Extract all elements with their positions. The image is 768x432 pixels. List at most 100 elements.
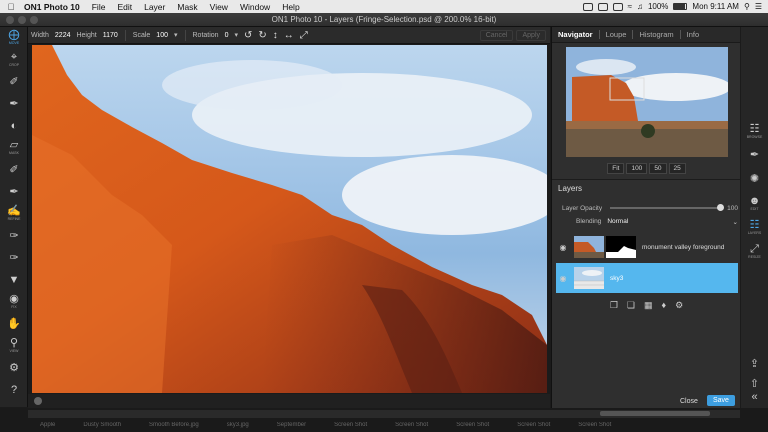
flip-vertical-icon[interactable]: ↕ (270, 30, 281, 41)
dock-item[interactable]: Screen Shot (395, 422, 428, 428)
layer-row-selected[interactable]: ◉ sky3 (556, 263, 738, 293)
dock-item[interactable]: September (277, 422, 306, 428)
collapse-icon[interactable]: « (741, 391, 768, 403)
save-button[interactable]: Save (707, 395, 735, 406)
zoom-100-button[interactable]: 100 (626, 163, 648, 174)
apple-icon[interactable]:  (0, 2, 22, 12)
duplicate-layer-icon[interactable]: ❐ (610, 300, 618, 311)
flip-horizontal-icon[interactable]: ↔ (281, 30, 297, 41)
layer-row[interactable]: ◉ monument valley foreground (556, 232, 738, 262)
tool-move[interactable]: ⨁ MOVE (0, 27, 28, 49)
tool-brush-3[interactable]: ✐ (0, 159, 28, 181)
cancel-button[interactable]: Cancel (479, 29, 514, 41)
layers-icon: ☷ (749, 219, 760, 231)
dock-item[interactable]: sky3.jpg (227, 422, 249, 428)
scrollbar[interactable] (600, 411, 710, 416)
tool-zoom[interactable]: ⚲ VIEW (0, 335, 28, 357)
dock-item[interactable]: Smooth Before.jpg (149, 422, 199, 428)
menu-mask[interactable]: Mask (171, 2, 203, 12)
module-layers[interactable]: ☷ LAYERS (741, 215, 768, 239)
image-canvas[interactable] (32, 45, 547, 393)
eye-icon[interactable]: ◉ (556, 243, 570, 252)
gear-icon[interactable]: ⚙ (675, 300, 683, 311)
tab-navigator[interactable]: Navigator (552, 30, 599, 39)
tool-fix[interactable]: ◉ FIX (0, 291, 28, 313)
clock[interactable]: Mon 9:11 AM (692, 2, 739, 11)
opacity-slider[interactable] (610, 204, 725, 211)
zoom-fit-button[interactable]: Fit (607, 163, 625, 174)
menu-window[interactable]: Window (234, 2, 276, 12)
tool-settings[interactable]: ⚙ (0, 357, 28, 379)
module-resize[interactable]: ⤢ RESIZE (741, 239, 768, 263)
dock-item[interactable]: Screen Shot (517, 422, 550, 428)
battery-percent[interactable]: 100% (648, 2, 668, 11)
rotation-field[interactable]: 0 (222, 32, 232, 39)
fill-icon[interactable]: ♦ (662, 300, 667, 311)
tool-refine[interactable]: ✍ REFINE (0, 203, 28, 225)
zoom-25-button[interactable]: 25 (668, 163, 686, 174)
export-icon[interactable]: ⇧ (741, 377, 768, 390)
wifi-icon[interactable]: ≈ (628, 2, 632, 11)
height-field[interactable]: 1170 (100, 32, 121, 39)
menu-edit[interactable]: Edit (111, 2, 138, 12)
navigator-thumbnail[interactable] (566, 47, 728, 157)
battery-icon[interactable] (673, 3, 688, 10)
tool-help[interactable]: ? (0, 379, 28, 401)
tool-brush-4[interactable]: ✒ (0, 181, 28, 203)
menu-help[interactable]: Help (276, 2, 305, 12)
tool-mask[interactable]: ▱ MASK (0, 137, 28, 159)
scale-dropdown-icon[interactable]: ▾ (171, 31, 181, 39)
dock-item[interactable]: Screen Shot (334, 422, 367, 428)
tool-dropper[interactable]: ✑ (0, 247, 28, 269)
module-develop[interactable]: ✒ (741, 143, 768, 167)
scale-field[interactable]: 100 (153, 32, 171, 39)
tab-info[interactable]: Info (681, 30, 706, 39)
menu-app-name[interactable]: ON1 Photo 10 (22, 2, 86, 12)
tool-brush-1[interactable]: ✐ (0, 71, 28, 93)
dock-item[interactable]: Dusty Smooth (83, 422, 121, 428)
zoom-window-button[interactable] (30, 16, 38, 24)
tool-pen[interactable]: ✑ (0, 225, 28, 247)
dock-item[interactable]: Screen Shot (456, 422, 489, 428)
opacity-slider-knob[interactable] (717, 204, 725, 211)
tab-histogram[interactable]: Histogram (633, 30, 679, 39)
volume-icon[interactable]: ♫ (637, 2, 643, 11)
dock-item[interactable]: Screen Shot (578, 422, 611, 428)
search-icon[interactable]: ⚲ (744, 2, 750, 11)
close-window-button[interactable] (6, 16, 14, 24)
opacity-value[interactable]: 100 (727, 205, 738, 212)
chevron-down-icon[interactable]: ⌄ (733, 218, 738, 226)
rotation-dropdown-icon[interactable]: ▾ (231, 31, 241, 39)
tool-brush-2[interactable]: ✒ (0, 93, 28, 115)
fit-icon[interactable]: ⤢ (297, 30, 311, 41)
zoom-50-button[interactable]: 50 (649, 163, 667, 174)
apply-button[interactable]: Apply (516, 29, 546, 41)
close-button[interactable]: Close (675, 396, 703, 407)
notification-icon[interactable]: ☰ (755, 2, 762, 11)
tool-stamp[interactable]: ▼ (0, 269, 28, 291)
menu-view[interactable]: View (204, 2, 234, 12)
module-browse[interactable]: ☷ BROWSE (741, 119, 768, 143)
tab-loupe[interactable]: Loupe (600, 30, 633, 39)
dropbox-icon[interactable] (582, 2, 593, 11)
menu-file[interactable]: File (86, 2, 112, 12)
menu-layer[interactable]: Layer (138, 2, 171, 12)
tool-adjust[interactable]: ◐ (0, 115, 28, 137)
width-field[interactable]: 2224 (52, 32, 74, 39)
merge-layers-icon[interactable]: ▦ (644, 300, 653, 311)
bluetooth-icon[interactable] (612, 2, 623, 11)
module-effects[interactable]: ✺ (741, 167, 768, 191)
eye-icon[interactable]: ◉ (556, 274, 570, 283)
rotate-right-icon[interactable]: ↻ (255, 30, 269, 41)
rotate-left-icon[interactable]: ↺ (241, 30, 255, 41)
dock-item[interactable]: Apple (40, 422, 55, 428)
minimize-window-button[interactable] (18, 16, 26, 24)
module-portrait[interactable]: ☻ EDIT (741, 191, 768, 215)
tool-crop[interactable]: ⌖ CROP (0, 49, 28, 71)
tool-hand[interactable]: ✋ (0, 313, 28, 335)
share-icon[interactable]: ⇪ (741, 357, 768, 370)
blending-select[interactable]: Normal (607, 218, 628, 226)
new-layer-icon[interactable]: ❏ (627, 300, 635, 311)
preview-toggle-icon[interactable] (34, 397, 42, 405)
display-icon[interactable] (597, 2, 608, 11)
